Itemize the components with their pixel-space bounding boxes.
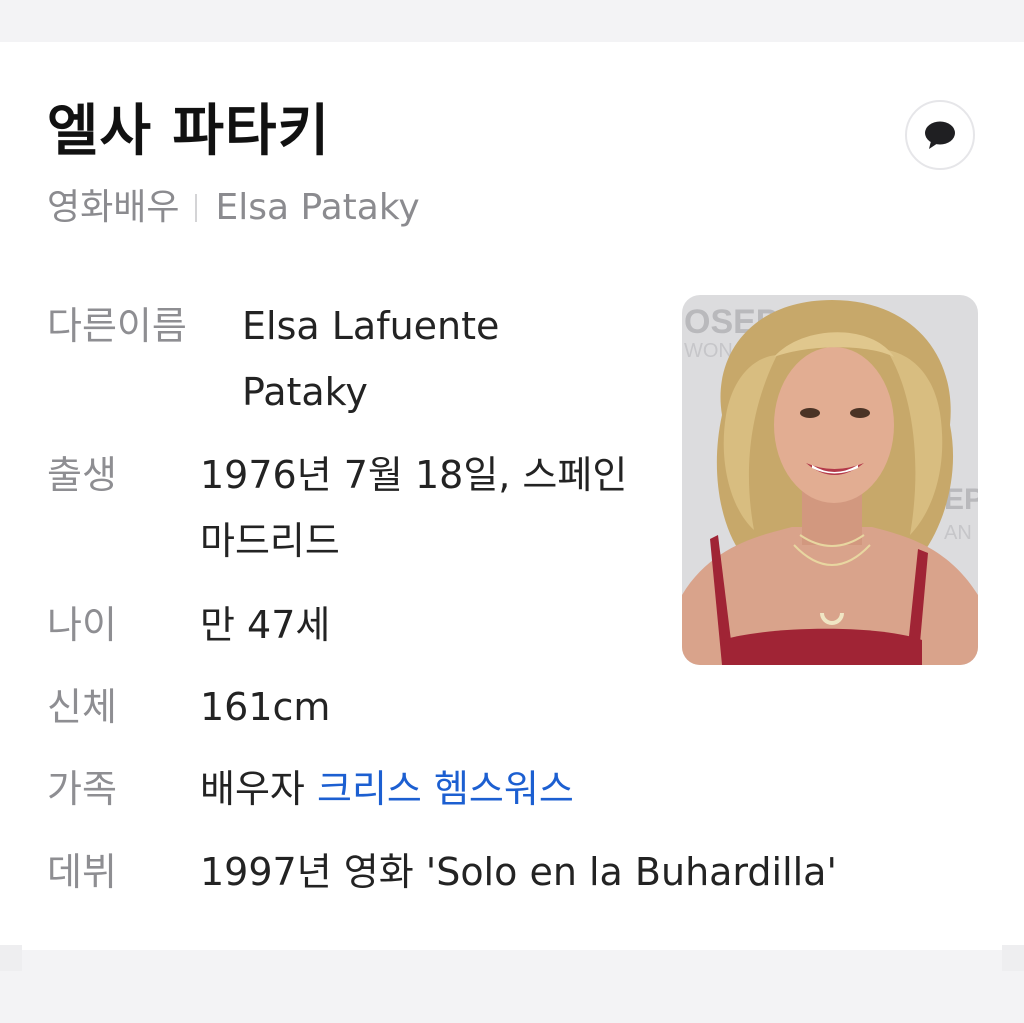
body-value: 161cm — [200, 685, 331, 729]
spouse-link[interactable]: 크리스 헴스워스 — [317, 767, 574, 811]
subtitle: 영화배우 Elsa Pataky — [47, 184, 420, 232]
alt-name-label: 다른이름 — [47, 304, 187, 348]
birth-value: 1976년 7월 18일, 스페인 마드리드 — [200, 453, 628, 563]
profile-card: 엘사 파타키 영화배우 Elsa Pataky 다른이름 Elsa Lafuen… — [0, 42, 1024, 950]
debut-label: 데뷔 — [47, 850, 117, 894]
body-label: 신체 — [47, 685, 117, 729]
backdrop-text: WON — [684, 340, 733, 362]
family-relation: 배우자 — [200, 767, 305, 811]
edge-shadow — [1002, 945, 1024, 971]
backdrop-text: AN — [944, 522, 972, 544]
debut-value: 1997년 영화 'Solo en la Buhardilla' — [200, 850, 837, 894]
profile-photo[interactable]: OSEP WON EP AN — [682, 295, 978, 665]
talk-button[interactable] — [905, 100, 975, 170]
edge-shadow — [0, 945, 22, 971]
age-value: 만 47세 — [200, 603, 331, 647]
family-value: 배우자 크리스 헴스워스 — [200, 756, 574, 822]
page-title: 엘사 파타키 — [47, 99, 331, 164]
age-label: 나이 — [47, 603, 117, 647]
english-name: Elsa Pataky — [215, 187, 420, 228]
occupation: 영화배우 — [47, 187, 180, 228]
alt-name-value: Elsa Lafuente Pataky — [242, 304, 500, 414]
speech-bubble-icon — [925, 121, 955, 149]
divider — [195, 194, 198, 222]
family-label: 가족 — [47, 767, 117, 811]
birth-label: 출생 — [47, 453, 117, 497]
